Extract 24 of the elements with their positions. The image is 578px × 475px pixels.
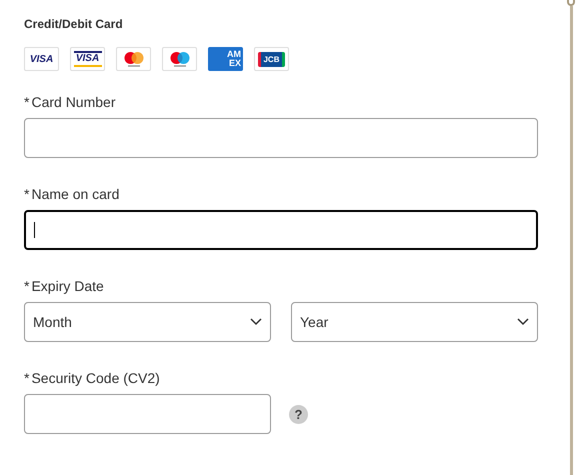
card-logo [116,47,151,71]
field-label: Security Code (CV2) [31,370,160,386]
field-label: Card Number [31,94,116,110]
required-mark: * [24,370,30,386]
amex-logo: AM EX [208,47,243,71]
dropdown[interactable]: Year [291,302,538,342]
dropdown[interactable]: Month [24,302,271,342]
scroll-knob[interactable] [567,0,575,6]
required-mark: * [24,278,30,294]
input-field[interactable] [24,118,538,158]
required-mark: * [24,94,30,110]
chevron-down-icon [517,318,529,326]
section-title: Credit/Debit Card [24,17,124,31]
chevron-down-icon [250,318,262,326]
input-field[interactable] [24,210,538,250]
card-logo [162,47,197,71]
field-label: Name on card [31,186,120,202]
field-label: Expiry Date [31,278,104,294]
visa-logo: VISA [24,47,59,71]
required-mark: * [24,186,30,202]
help-icon[interactable]: ? [289,404,308,424]
jcb-logo: JCB [254,47,289,71]
visa-logo: VISA [70,47,105,71]
input-field[interactable] [24,394,271,434]
